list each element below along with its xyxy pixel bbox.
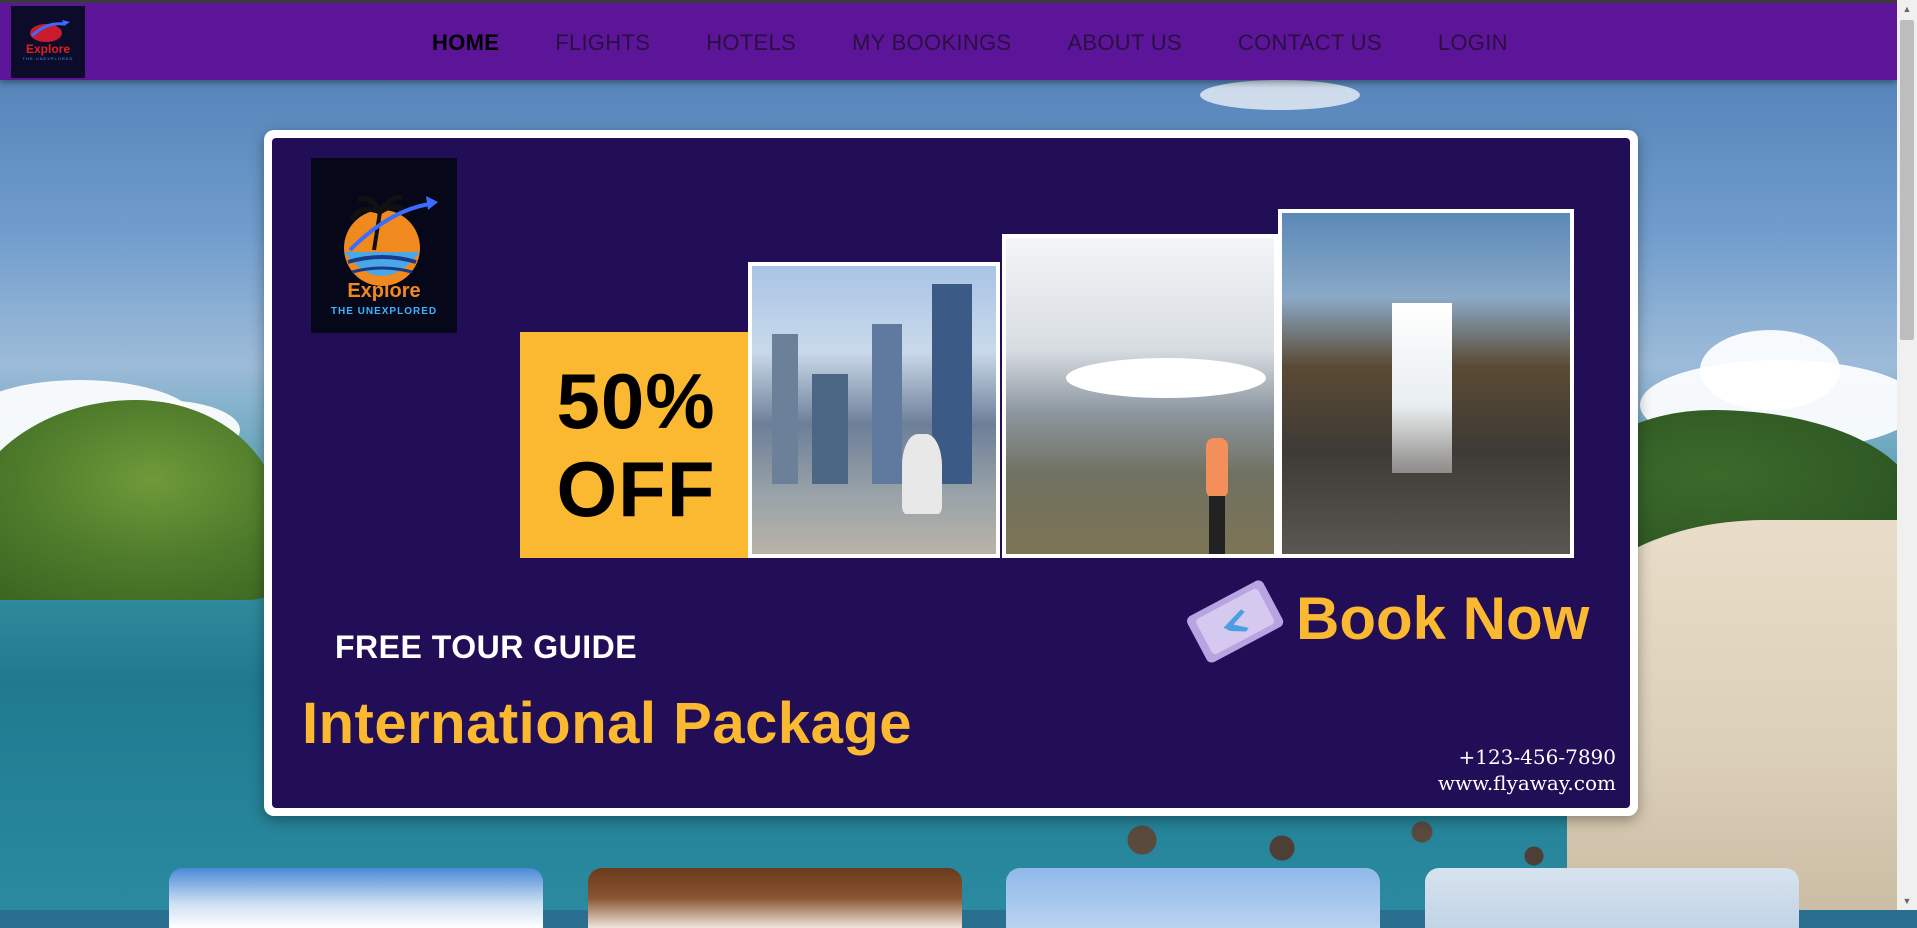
nav-link-about-us[interactable]: ABOUT US [1067,30,1181,56]
scroll-up-arrow-icon[interactable]: ▲ [1897,0,1917,18]
nav-link-my-bookings[interactable]: MY BOOKINGS [852,30,1011,56]
scroll-down-arrow-icon[interactable]: ▼ [1897,892,1917,910]
nav-link-flights[interactable]: FLIGHTS [555,30,650,56]
palm-globe-icon [344,194,438,286]
international-package-title: International Package [302,691,913,756]
banner-logo-word: Explore [347,280,421,302]
banner-logo-tagline: THE UNEXPLORED [330,306,438,317]
destination-card[interactable] [1006,868,1380,928]
plane-ticket-icon [1187,580,1284,663]
promo-banner-image: Explore THE UNEXPLORED 50% OFF FREE TOUR… [272,138,1630,808]
free-tour-guide-text: FREE TOUR GUIDE [335,629,638,665]
site-logo[interactable]: Explore THE UNEXPLORED [11,6,85,78]
scrollbar-thumb[interactable] [1900,20,1914,340]
promo-banner[interactable]: Explore THE UNEXPLORED 50% OFF FREE TOUR… [264,130,1638,816]
nav-link-login[interactable]: LOGIN [1438,30,1508,56]
contact-phone: +123-456-7890 [1458,745,1616,769]
page-scrollbar[interactable]: ▲ ▼ [1897,0,1917,910]
nav-link-home[interactable]: HOME [432,30,499,56]
discount-percent: 50% [556,357,716,445]
logo-tagline: THE UNEXPLORED [22,55,74,61]
destination-card[interactable] [1425,868,1799,928]
nav-link-hotels[interactable]: HOTELS [706,30,796,56]
discount-badge: 50% OFF [520,332,752,558]
photo-waterfall [1278,209,1574,558]
logo-emblem-icon [30,20,70,42]
main-nav: HOME FLIGHTS HOTELS MY BOOKINGS ABOUT US… [432,3,1564,83]
photo-singapore [748,262,1000,558]
banner-logo: Explore THE UNEXPLORED [311,158,457,333]
discount-off: OFF [556,445,716,533]
book-now-text: Book Now [1296,585,1590,652]
destination-card[interactable] [588,868,962,928]
nav-link-contact-us[interactable]: CONTACT US [1238,30,1382,56]
contact-website: www.flyaway.com [1437,771,1616,795]
top-navigation-bar: Explore THE UNEXPLORED HOME FLIGHTS HOTE… [0,0,1897,80]
destination-card[interactable] [169,868,543,928]
photo-mountain-hiker [1002,234,1278,558]
